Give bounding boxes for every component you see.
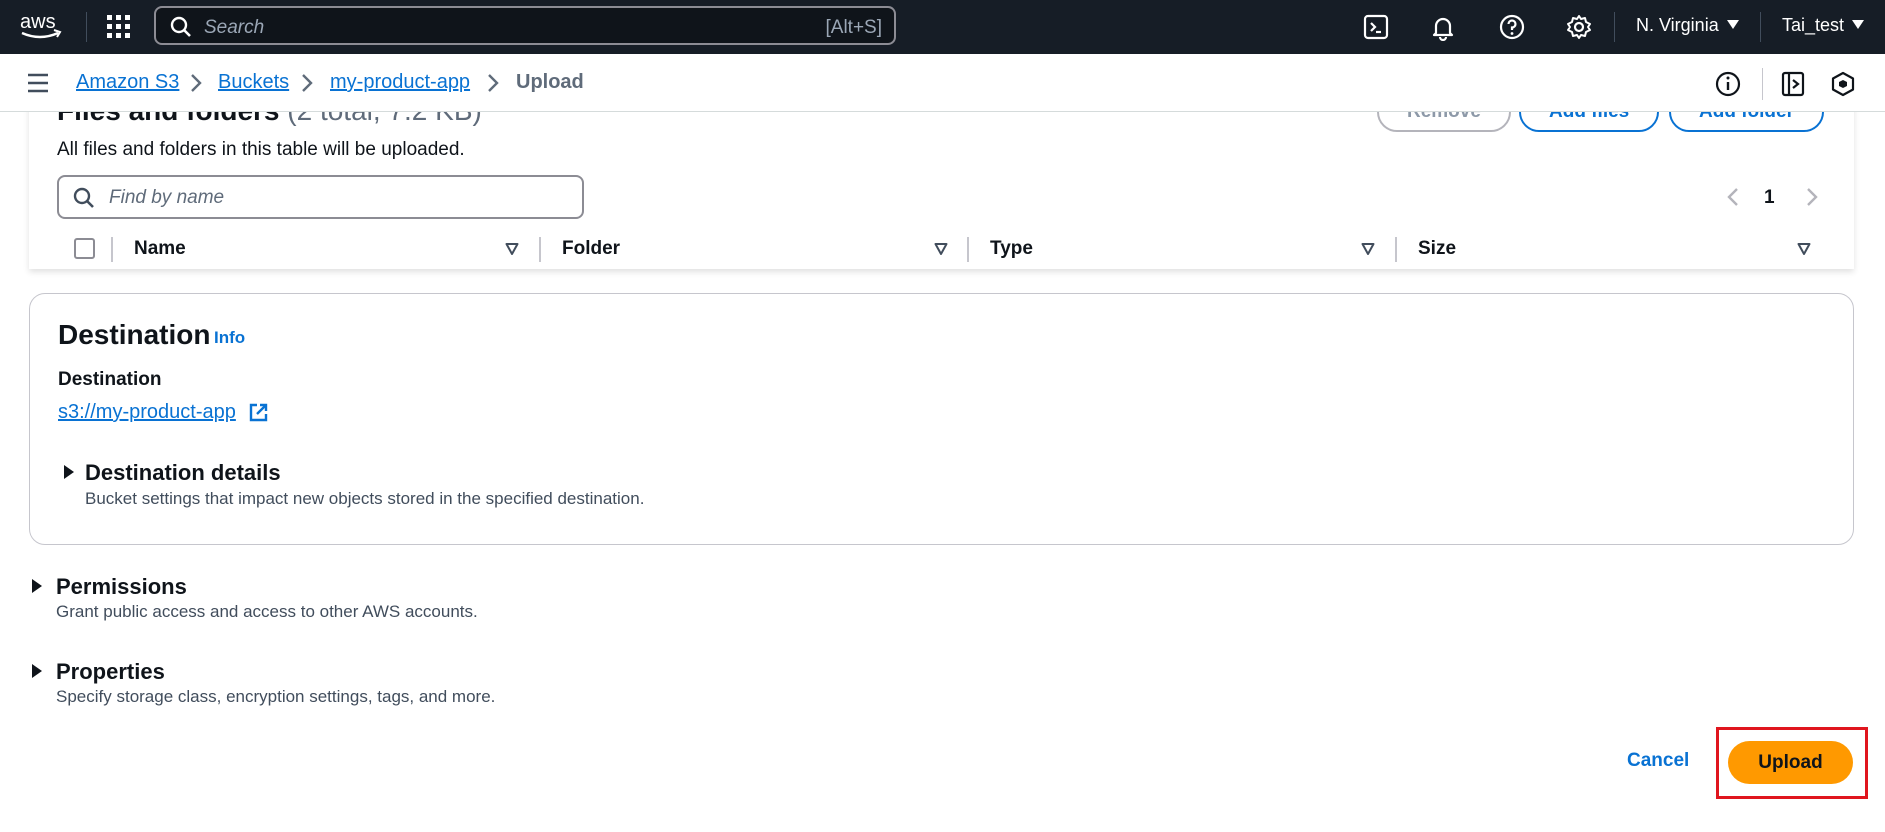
settings-gear-icon[interactable] (1565, 13, 1593, 41)
info-link[interactable]: Info (214, 328, 245, 348)
column-header-type[interactable]: Type (990, 238, 1033, 260)
amazon-q-icon[interactable] (1829, 70, 1857, 98)
sort-caret-icon[interactable] (934, 242, 948, 256)
aws-logo[interactable]: aws (18, 8, 66, 44)
highlight-box (1716, 727, 1868, 799)
destination-details-description: Bucket settings that impact new objects … (85, 489, 645, 508)
breadcrumb-bar: Amazon S3 Buckets my-product-app Upload (0, 54, 1885, 112)
destination-details-title[interactable]: Destination details (85, 460, 281, 486)
permissions-title[interactable]: Permissions (56, 574, 187, 600)
caret-right-icon (64, 465, 74, 479)
breadcrumb-amazon-s3[interactable]: Amazon S3 (76, 71, 179, 94)
menu-hamburger-icon[interactable] (26, 72, 50, 94)
caret-right-icon (32, 579, 42, 593)
permissions-description: Grant public access and access to other … (56, 602, 478, 621)
help-icon[interactable] (1498, 13, 1526, 41)
caret-down-icon (1852, 20, 1865, 29)
global-search-input[interactable]: Search [Alt+S] (154, 6, 896, 45)
region-label: N. Virginia (1636, 15, 1719, 35)
column-divider (111, 237, 113, 262)
chevron-right-icon[interactable] (1805, 186, 1819, 208)
apps-grid-icon[interactable] (106, 14, 132, 40)
column-divider (539, 237, 541, 262)
sort-caret-icon[interactable] (1797, 242, 1811, 256)
region-selector[interactable]: N. Virginia (1636, 15, 1739, 36)
cancel-button[interactable]: Cancel (1627, 750, 1689, 772)
utility-divider (1762, 68, 1763, 100)
account-label: Tai_test (1782, 15, 1845, 35)
properties-title[interactable]: Properties (56, 659, 165, 685)
account-menu[interactable]: Tai_test (1782, 15, 1865, 36)
find-by-name-input[interactable]: Find by name (57, 175, 584, 219)
breadcrumb-bucket[interactable]: my-product-app (330, 71, 470, 94)
caret-right-icon (32, 664, 42, 678)
search-icon (170, 16, 191, 37)
sort-caret-icon[interactable] (1361, 242, 1375, 256)
search-placeholder: Search (204, 17, 265, 38)
column-header-size[interactable]: Size (1418, 238, 1456, 260)
column-divider (1395, 237, 1397, 262)
svg-text:aws: aws (20, 11, 56, 33)
chevron-right-icon (302, 74, 313, 92)
info-circle-icon[interactable] (1714, 70, 1742, 98)
nav-divider (1760, 12, 1761, 42)
external-link-icon[interactable] (248, 402, 269, 423)
destination-label: Destination (58, 369, 162, 390)
search-icon (73, 187, 94, 208)
nav-divider (86, 12, 87, 42)
files-description: All files and folders in this table will… (57, 139, 465, 160)
chevron-right-icon (488, 74, 499, 92)
breadcrumb-buckets[interactable]: Buckets (218, 71, 289, 94)
cloudshell-icon[interactable] (1362, 13, 1390, 41)
column-header-name[interactable]: Name (134, 238, 186, 260)
sort-caret-icon[interactable] (505, 242, 519, 256)
select-all-checkbox[interactable] (74, 238, 95, 259)
nav-divider (1614, 12, 1615, 42)
top-navigation: aws Search [Alt+S] N. Virginia Tai_test (0, 0, 1885, 54)
destination-heading: Destination (58, 319, 211, 350)
properties-description: Specify storage class, encryption settin… (56, 687, 496, 706)
caret-down-icon (1726, 20, 1739, 29)
page-number[interactable]: 1 (1764, 187, 1775, 209)
column-divider (967, 237, 969, 262)
split-panel-icon[interactable] (1779, 70, 1807, 98)
filter-placeholder: Find by name (109, 187, 225, 208)
destination-bucket-link[interactable]: s3://my-product-app (58, 401, 236, 424)
chevron-left-icon[interactable] (1726, 186, 1740, 208)
bell-icon[interactable] (1429, 13, 1457, 41)
chevron-right-icon (191, 74, 202, 92)
search-shortcut: [Alt+S] (825, 17, 883, 38)
column-header-folder[interactable]: Folder (562, 238, 620, 260)
destination-panel: Destination Info Destination s3://my-pro… (29, 293, 1854, 545)
breadcrumb-current: Upload (516, 71, 584, 93)
